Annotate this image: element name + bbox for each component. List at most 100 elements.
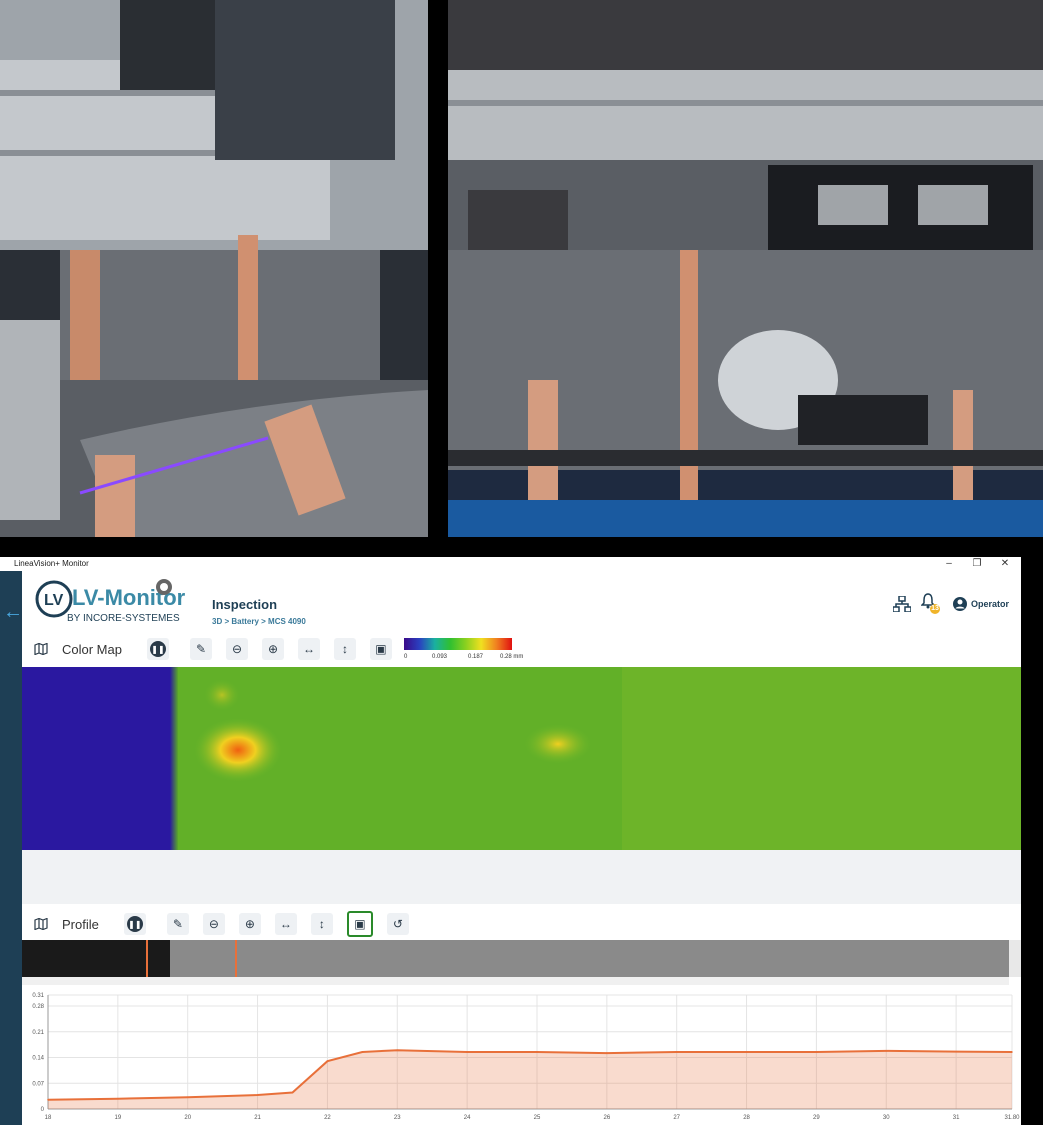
vertical-scrollbar[interactable] (1009, 940, 1021, 977)
x-tick-label: 29 (813, 1115, 820, 1121)
legend-tick: 0 (404, 654, 408, 660)
profile-point (675, 1051, 678, 1053)
color-legend: 0 0.093 0.187 0.28 mm (404, 638, 554, 668)
profile-point (955, 1050, 957, 1053)
profile-point (536, 1051, 538, 1053)
x-tick-label: 19 (115, 1115, 122, 1121)
horizontal-scrollbar[interactable] (22, 977, 1009, 985)
profile-marker[interactable] (146, 940, 148, 977)
logo-sub-text: BY INCORE-SYSTEMES (67, 613, 180, 624)
y-tick-label: 0.21 (32, 1030, 44, 1036)
profile-point (291, 1091, 294, 1094)
pause-button[interactable]: ❚❚ (123, 913, 146, 935)
profile-point (117, 1097, 119, 1100)
y-tick-label: 0.31 (32, 993, 44, 999)
fit-horizontal-icon[interactable]: ↔ (274, 913, 297, 935)
profile-point (47, 1099, 49, 1101)
map-icon[interactable] (30, 638, 52, 660)
close-button[interactable]: ✕ (998, 558, 1012, 569)
notifications[interactable]: 13 (920, 593, 943, 615)
defect-hotspot (194, 718, 282, 782)
color-map-view[interactable] (22, 667, 1021, 850)
profile-strip[interactable] (22, 940, 1009, 977)
zoom-out-icon[interactable]: ⊖ (202, 913, 225, 935)
profile-point (466, 1051, 468, 1053)
profile-point (361, 1051, 364, 1053)
profile-area (48, 1050, 1012, 1109)
profile-toolbar: Profile ❚❚ ✎ ⊖ ⊕ ↔ ↕ ▣ ↺ (22, 909, 1021, 939)
pause-icon: ❚❚ (149, 641, 166, 657)
profile-chart[interactable]: 0 0.07 0.14 0.21 0.28 0.31 18 19 20 21 22 23 24 25 26 2… (22, 989, 1021, 1125)
roi-icon[interactable]: ▣ (346, 911, 373, 937)
header-actions: 13 Operator (892, 593, 1009, 615)
x-tick-label: 31.80 (1004, 1115, 1020, 1121)
x-tick-label: 24 (464, 1115, 471, 1121)
header: LV LV-Monitor BY INCORE-SYSTEMES Inspect… (22, 571, 1021, 637)
ruler-icon[interactable]: ✎ (166, 913, 189, 935)
profile-point (326, 1060, 329, 1062)
fit-vertical-icon[interactable]: ↕ (333, 638, 356, 660)
zoom-out-icon[interactable]: ⊖ (225, 638, 248, 660)
profile-point (256, 1094, 259, 1096)
legend-tick: 0.28 mm (500, 654, 524, 660)
x-tick-label: 31 (953, 1115, 960, 1121)
pause-button[interactable]: ❚❚ (146, 638, 169, 660)
reset-icon[interactable]: ↺ (386, 913, 409, 935)
x-tick-label: 22 (324, 1115, 331, 1121)
profile-point (815, 1051, 818, 1053)
profile-label: Profile (62, 916, 99, 932)
x-tick-label: 25 (534, 1115, 541, 1121)
fit-vertical-icon[interactable]: ↕ (310, 913, 333, 935)
colormap-label: Color Map (62, 641, 122, 657)
minimize-button[interactable]: – (942, 558, 956, 569)
user-icon (952, 597, 967, 611)
zoom-in-icon[interactable]: ⊕ (238, 913, 261, 935)
y-tick-label: 0.28 (32, 1004, 44, 1010)
user-name: Operator (970, 599, 1009, 609)
x-tick-label: 18 (45, 1115, 52, 1121)
x-tick-label: 28 (743, 1115, 750, 1121)
defect-hotspot (524, 724, 592, 764)
x-tick-label: 26 (603, 1115, 610, 1121)
window-title: LineaVision+ Monitor (14, 559, 89, 568)
color-legend-bar (404, 638, 512, 650)
map-icon[interactable] (30, 913, 52, 935)
fit-horizontal-icon[interactable]: ↔ (297, 638, 320, 660)
color-map-padding (22, 850, 1021, 904)
colormap-toolbar: Color Map ❚❚ ✎ ⊖ ⊕ ↔ ↕ ▣ 0 0.093 0.187 0… (22, 634, 1021, 664)
photo-laser-sensor (0, 0, 428, 537)
x-tick-label: 27 (673, 1115, 680, 1121)
profile-point (1011, 1051, 1013, 1053)
profile-point (396, 1049, 399, 1051)
maximize-button[interactable]: ❐ (970, 558, 984, 569)
notification-badge: 13 (929, 604, 940, 614)
x-tick-label: 23 (394, 1115, 401, 1121)
user-menu[interactable]: Operator (952, 597, 1009, 611)
logo-icon: LV LV-Monitor BY INCORE-SYSTEMES (35, 579, 186, 624)
window-titlebar: LineaVision+ Monitor – ❐ ✕ (0, 557, 1021, 571)
pause-icon: ❚❚ (126, 916, 143, 932)
zoom-in-icon[interactable]: ⊕ (261, 638, 284, 660)
app-window: LineaVision+ Monitor – ❐ ✕ ← LV LV-Monit… (0, 557, 1021, 1125)
svg-text:LV: LV (44, 592, 64, 609)
legend-tick: 0.187 (468, 654, 484, 660)
profile-marker[interactable] (235, 940, 237, 977)
y-tick-label: 0 (41, 1107, 45, 1113)
photo-camera-module (448, 0, 1043, 537)
x-tick-label: 20 (184, 1115, 191, 1121)
y-tick-label: 0.14 (32, 1056, 44, 1062)
profile-point (745, 1051, 748, 1053)
profile-point (606, 1052, 608, 1054)
network-icon[interactable] (892, 596, 911, 612)
roi-icon[interactable]: ▣ (369, 638, 392, 660)
profile-point (186, 1096, 189, 1099)
page-title: Inspection (212, 597, 278, 612)
logo: LV LV-Monitor BY INCORE-SYSTEMES (34, 579, 194, 634)
profile-point (885, 1050, 888, 1052)
ruler-icon[interactable]: ✎ (189, 638, 212, 660)
back-arrow-icon[interactable]: ← (3, 601, 23, 624)
breadcrumb: 3D > Battery > MCS 4090 (212, 617, 306, 626)
sidebar: ← (0, 571, 23, 1125)
x-tick-label: 21 (254, 1115, 261, 1121)
uncoated-region (22, 667, 172, 850)
